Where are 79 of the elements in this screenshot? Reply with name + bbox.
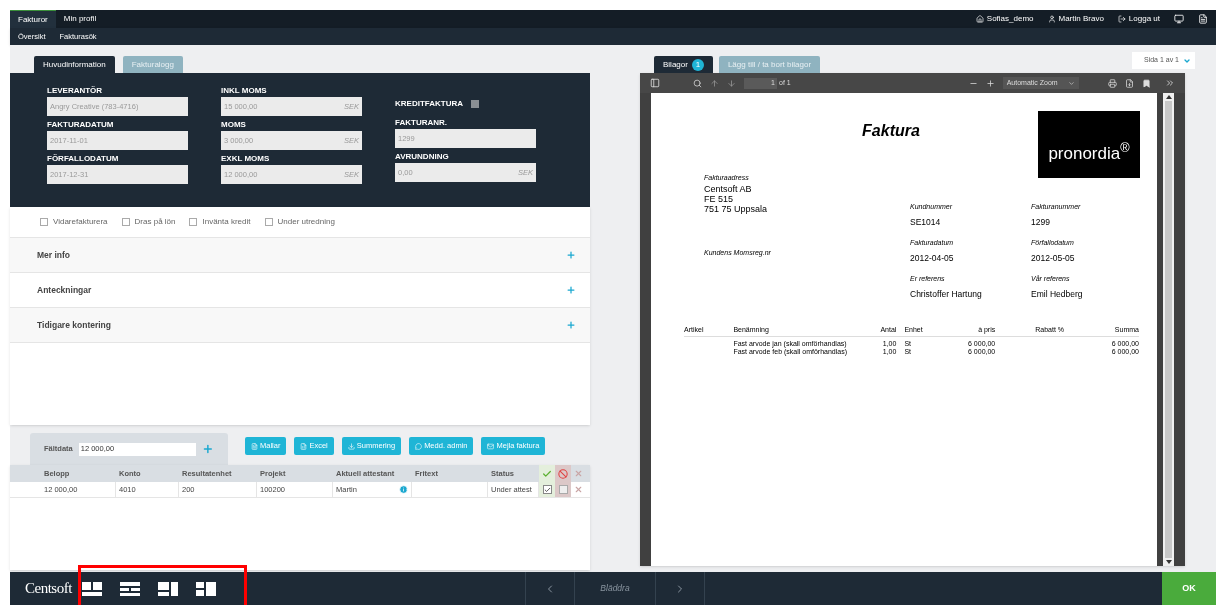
- expand-icon: [566, 285, 576, 295]
- checkbox[interactable]: [558, 485, 568, 494]
- browse-label: Bläddra: [599, 582, 631, 596]
- nav-link[interactable]: Martin Bravo: [1047, 13, 1104, 25]
- search-icon[interactable]: [693, 78, 702, 88]
- scroll-down-icon[interactable]: [1165, 560, 1172, 564]
- address-line: 751 75 Uppsala: [704, 203, 769, 214]
- field-label: MOMS: [221, 119, 247, 131]
- print-icon[interactable]: [1108, 78, 1117, 88]
- document-icon: [251, 442, 258, 450]
- field-label: AVRUNDNING: [395, 151, 450, 163]
- field-value: 2012-04-05: [910, 252, 955, 263]
- field-value: 1299: [1031, 216, 1051, 227]
- approve-icon: [542, 468, 552, 479]
- info-icon[interactable]: [399, 485, 408, 494]
- monitor-icon[interactable]: [1174, 14, 1184, 24]
- address-line: FE 515: [704, 193, 734, 204]
- address-line: Centsoft AB: [704, 183, 753, 194]
- home-icon: [975, 15, 984, 23]
- field-value: 2012-05-05: [1031, 252, 1076, 263]
- field-label: LEVERANTÖR: [47, 85, 104, 97]
- brand-logo: Centsoft: [25, 579, 72, 599]
- expand-icon: [566, 320, 576, 330]
- tab[interactable]: Huvudinformation: [34, 56, 115, 73]
- field-label: EXKL MOMS: [221, 153, 271, 165]
- caret-icon: [1067, 79, 1075, 87]
- company-logo: pronordia$^{®}$: [1038, 111, 1140, 178]
- checkbox[interactable]: [264, 218, 273, 226]
- field-value: SE1014: [910, 216, 942, 227]
- option-label: Vidarefakturera: [53, 216, 108, 228]
- count-badge: 1: [691, 58, 704, 71]
- checkbox[interactable]: [542, 485, 552, 494]
- nav-link[interactable]: Sofias_demo: [975, 13, 1034, 25]
- tab[interactable]: Bilagor 1: [654, 56, 713, 73]
- arrow-down-icon[interactable]: [727, 78, 736, 88]
- checkbox[interactable]: [40, 218, 48, 226]
- zoom-in-icon[interactable]: [985, 78, 995, 88]
- checkbox[interactable]: [189, 218, 198, 226]
- layout-icon[interactable]: [195, 581, 216, 596]
- field-value: Emil Hedberg: [1031, 288, 1084, 299]
- layout-icon[interactable]: [119, 581, 140, 596]
- mail-icon: [487, 442, 495, 450]
- accordion-header[interactable]: Tidigare kontering: [10, 308, 590, 343]
- option-label: Dras på lön: [134, 216, 176, 228]
- ok-button[interactable]: OK: [1162, 572, 1216, 605]
- field-label: FAKTURANR.: [395, 117, 448, 129]
- option-label: Invänta kredit: [202, 216, 251, 228]
- logout-icon: [1117, 15, 1126, 23]
- expand-icon: [566, 250, 576, 260]
- field-label: INKL MOMS: [221, 85, 268, 97]
- sidebar-icon[interactable]: [650, 78, 660, 88]
- layout-icon[interactable]: [157, 581, 178, 596]
- field-label: FAKTURADATUM: [47, 119, 115, 131]
- nav-link[interactable]: Logga ut: [1117, 13, 1160, 25]
- menu-tab[interactable]: Min profil: [55, 10, 105, 28]
- user-icon: [1047, 15, 1056, 23]
- scrollbar[interactable]: [1163, 93, 1174, 566]
- field-label: KREDITFAKTURA: [395, 98, 463, 110]
- menu-tab[interactable]: Fakturor: [10, 10, 56, 28]
- pdf-icon[interactable]: [1198, 14, 1208, 24]
- more-icon[interactable]: [1165, 78, 1175, 88]
- download-icon[interactable]: [1125, 78, 1134, 88]
- arrow-up-icon[interactable]: [710, 78, 719, 88]
- scroll-up-icon[interactable]: [1165, 95, 1172, 99]
- checkbox[interactable]: [471, 100, 479, 108]
- field-label: FÖRFALLODATUM: [47, 153, 120, 165]
- option-label: Under utredning: [277, 216, 335, 228]
- delete-icon: [574, 469, 583, 478]
- layout-icon[interactable]: [81, 581, 102, 596]
- document-title: Faktura: [862, 121, 920, 141]
- reject-icon: [558, 468, 568, 479]
- checkbox[interactable]: [121, 218, 130, 226]
- accordion-header[interactable]: Anteckningar: [10, 273, 590, 308]
- field-value: Christoffer Hartung: [910, 288, 983, 299]
- download-icon: [347, 442, 355, 450]
- speech-bubble-icon: [415, 442, 423, 450]
- accordion-header[interactable]: Mer info: [10, 238, 590, 273]
- document-icon: [300, 442, 308, 450]
- bookmark-icon[interactable]: [1142, 78, 1151, 88]
